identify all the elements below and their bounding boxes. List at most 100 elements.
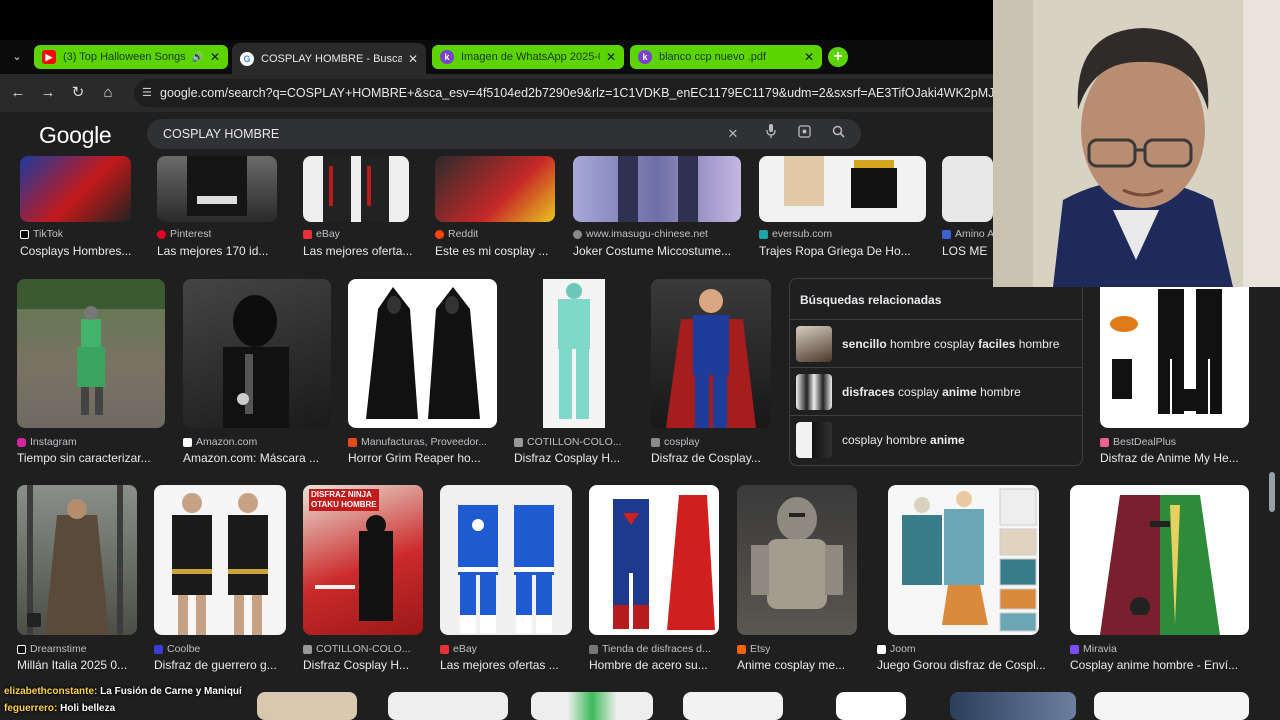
related-search-item[interactable]: cosplay hombre anime [790,415,1082,463]
result-card[interactable]: Pinterest Las mejores 170 id... [157,156,277,258]
result-title[interactable]: Millán Italia 2025 0... [17,658,137,672]
result-card[interactable]: Amazon.com Amazon.com: Máscara ... [183,279,331,467]
result-title[interactable]: Tiempo sin caracterizar... [17,451,167,465]
result-card[interactable]: Tienda de disfraces d... Hombre de acero… [589,485,719,673]
result-source[interactable]: COTILLON-COLO... [514,436,622,448]
result-thumbnail[interactable] [950,692,1076,720]
result-source[interactable]: TikTok [20,228,63,240]
forward-arrow-icon[interactable]: → [38,83,58,103]
result-card[interactable]: COTILLON-COLO... Disfraz Cosplay H... [514,279,634,467]
related-search-text[interactable]: disfraces cosplay anime hombre [842,368,1021,416]
result-source[interactable]: Coolbe [154,643,200,655]
tab-google-search[interactable]: G COSPLAY HOMBRE - Buscar co ✕ [232,43,426,74]
result-thumbnail[interactable] [157,156,277,222]
result-title[interactable]: Disfraz de Cosplay... [651,451,771,465]
result-source[interactable]: COTILLON-COLO... [303,643,411,655]
google-logo[interactable]: Google [39,122,112,149]
result-source[interactable]: BestDealPlus [1100,436,1176,448]
tab-whatsapp-image[interactable]: k Imagen de WhatsApp 2025-09- ✕ [432,45,624,69]
result-card[interactable]: Manufacturas, Proveedor... Horror Grim R… [348,279,497,467]
close-tab-icon[interactable]: ✕ [804,50,814,64]
address-bar[interactable]: google.com/search?q=COSPLAY+HOMBRE+&sca_… [134,79,1004,107]
close-tab-icon[interactable]: ✕ [408,52,418,66]
result-thumbnail[interactable] [17,485,137,635]
result-source[interactable]: cosplay [651,436,700,448]
result-thumbnail[interactable] [836,692,906,720]
reload-icon[interactable]: ↻ [68,83,88,103]
result-thumbnail[interactable] [573,156,741,222]
result-title[interactable]: Las mejores 170 id... [157,244,285,258]
result-title[interactable]: Juego Gorou disfraz de Cospl... [877,658,1052,672]
related-search-text[interactable]: cosplay hombre anime [842,416,965,464]
result-thumbnail[interactable] [303,156,409,222]
result-card[interactable]: Miravia Cosplay anime hombre - Enví... [1070,485,1249,673]
result-card[interactable]: eBay Las mejores ofertas ... [440,485,572,673]
result-source[interactable]: eBay [440,643,477,655]
search-box[interactable]: COSPLAY HOMBRE ✕ [147,119,861,149]
result-thumbnail[interactable] [154,485,286,635]
result-title[interactable]: Cosplay anime hombre - Enví... [1070,658,1255,672]
result-title[interactable]: Las mejores oferta... [303,244,421,258]
result-thumbnail[interactable] [183,279,331,428]
result-thumbnail[interactable] [942,156,993,222]
result-source[interactable]: Reddit [435,228,478,240]
result-thumbnail[interactable] [531,692,653,720]
result-source[interactable]: Miravia [1070,643,1117,655]
result-card[interactable]: TikTok Cosplays Hombres... [20,156,131,258]
close-tab-icon[interactable]: ✕ [606,50,616,64]
result-card[interactable]: Reddit Este es mi cosplay ... [435,156,555,258]
result-card[interactable]: Amino A LOS ME [942,156,993,256]
result-source[interactable]: Instagram [17,436,77,448]
camera-lens-icon[interactable] [794,124,814,144]
result-thumbnail[interactable] [348,279,497,428]
result-thumbnail[interactable] [435,156,555,222]
result-source[interactable]: eversub.com [759,228,832,240]
result-source[interactable]: Etsy [737,643,770,655]
result-card[interactable]: DISFRAZ NINJA OTAKU HOMBRE COTILLON-COLO… [303,485,423,673]
result-card[interactable]: cosplay Disfraz de Cosplay... [651,279,771,467]
result-title[interactable]: LOS ME [942,244,993,256]
result-source[interactable]: Pinterest [157,228,211,240]
result-thumbnail[interactable] [1100,279,1249,428]
result-source[interactable]: Dreamstime [17,643,87,655]
back-arrow-icon[interactable]: ← [8,83,28,103]
result-thumbnail[interactable] [759,156,926,222]
result-thumbnail[interactable] [1094,692,1249,720]
result-card[interactable]: eversub.com Trajes Ropa Griega De Ho... [759,156,926,258]
result-card[interactable]: Etsy Anime cosplay me... [737,485,857,673]
result-title[interactable]: Trajes Ropa Griega De Ho... [759,244,926,258]
result-card[interactable]: Coolbe Disfraz de guerrero g... [154,485,286,673]
related-search-text[interactable]: sencillo hombre cosplay faciles hombre [842,320,1059,368]
result-source[interactable]: www.imasugu-chinese.net [573,228,708,240]
result-source[interactable]: eBay [303,228,340,240]
result-card[interactable]: Instagram Tiempo sin caracterizar... [17,279,165,467]
result-card[interactable]: eBay Las mejores oferta... [303,156,412,258]
result-title[interactable]: Anime cosplay me... [737,658,857,672]
result-title[interactable]: Disfraz de Anime My He... [1100,451,1249,465]
result-title[interactable]: Disfraz Cosplay H... [303,658,423,672]
result-card[interactable]: www.imasugu-chinese.net Joker Costume Mi… [573,156,741,258]
result-title[interactable]: Amazon.com: Máscara ... [183,451,333,465]
close-tab-icon[interactable]: ✕ [210,50,220,64]
search-input[interactable]: COSPLAY HOMBRE [163,119,279,149]
result-title[interactable]: Disfraz Cosplay H... [514,451,634,465]
microphone-icon[interactable] [761,124,781,144]
page-scrollbar-thumb[interactable] [1269,472,1275,512]
result-thumbnail[interactable] [651,279,771,428]
speaker-icon[interactable]: 🔊 [191,52,203,63]
related-search-item[interactable]: sencillo hombre cosplay faciles hombre [790,319,1082,367]
result-title[interactable]: Horror Grim Reaper ho... [348,451,498,465]
result-source[interactable]: Tienda de disfraces d... [589,643,711,655]
home-icon[interactable]: ⌂ [98,83,118,103]
related-search-item[interactable]: disfraces cosplay anime hombre [790,367,1082,415]
result-card[interactable]: Dreamstime Millán Italia 2025 0... [17,485,137,673]
result-source[interactable]: Joom [877,643,916,655]
result-thumbnail[interactable] [20,156,131,222]
result-thumbnail[interactable] [440,485,572,635]
new-tab-button[interactable]: + [828,47,848,67]
result-source[interactable]: Amino A [942,228,993,240]
result-source[interactable]: Amazon.com [183,436,257,448]
result-thumbnail[interactable] [737,485,857,635]
result-title[interactable]: Joker Costume Miccostume... [573,244,741,258]
result-thumbnail[interactable] [257,692,357,720]
